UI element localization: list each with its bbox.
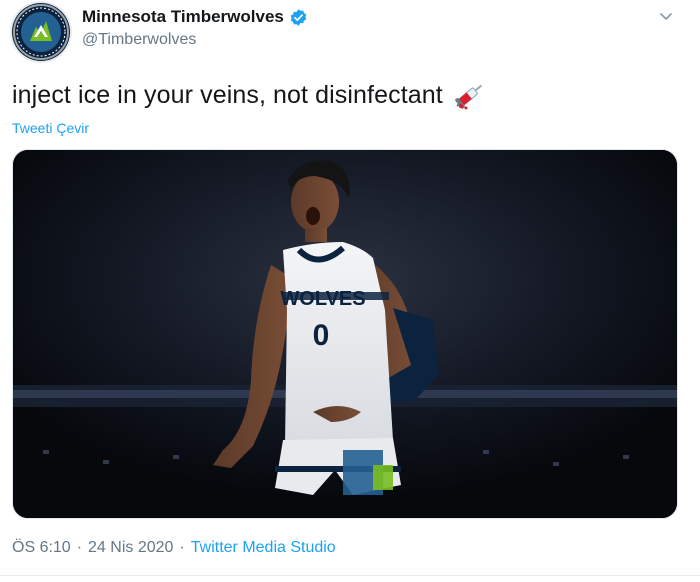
- chevron-down-icon[interactable]: [658, 8, 674, 24]
- divider: [0, 575, 700, 576]
- display-name[interactable]: Minnesota Timberwolves: [82, 7, 284, 27]
- meta-separator: ·: [179, 539, 185, 556]
- source-link[interactable]: Twitter Media Studio: [191, 539, 336, 557]
- tweet-card: Minnesota Timberwolves @Timberwolves inj…: [0, 0, 700, 582]
- player-photo: WOLVES 0: [13, 150, 677, 518]
- jersey-wordmark: WOLVES: [280, 288, 365, 310]
- handle[interactable]: @Timberwolves: [82, 31, 196, 49]
- avatar[interactable]: [12, 3, 70, 61]
- tweet-meta: ÖS 6:10 · 24 Nis 2020 · Twitter Media St…: [12, 539, 336, 557]
- tweet-media-image[interactable]: WOLVES 0: [12, 149, 678, 519]
- name-row: Minnesota Timberwolves: [82, 6, 308, 28]
- verified-badge-icon: [290, 8, 307, 26]
- tweet-time[interactable]: ÖS 6:10: [12, 539, 71, 557]
- tweet-body: inject ice in your veins, not disinfecta…: [12, 80, 443, 109]
- jersey-number: 0: [313, 319, 330, 352]
- timberwolves-logo-icon: [13, 4, 69, 60]
- syringe-emoji-icon: [454, 84, 482, 110]
- tweet-text: inject ice in your veins, not disinfecta…: [12, 80, 487, 110]
- meta-separator: ·: [76, 539, 83, 556]
- translate-tweet-link[interactable]: Tweeti Çevir: [12, 120, 89, 136]
- tweet-date[interactable]: 24 Nis 2020: [88, 539, 173, 557]
